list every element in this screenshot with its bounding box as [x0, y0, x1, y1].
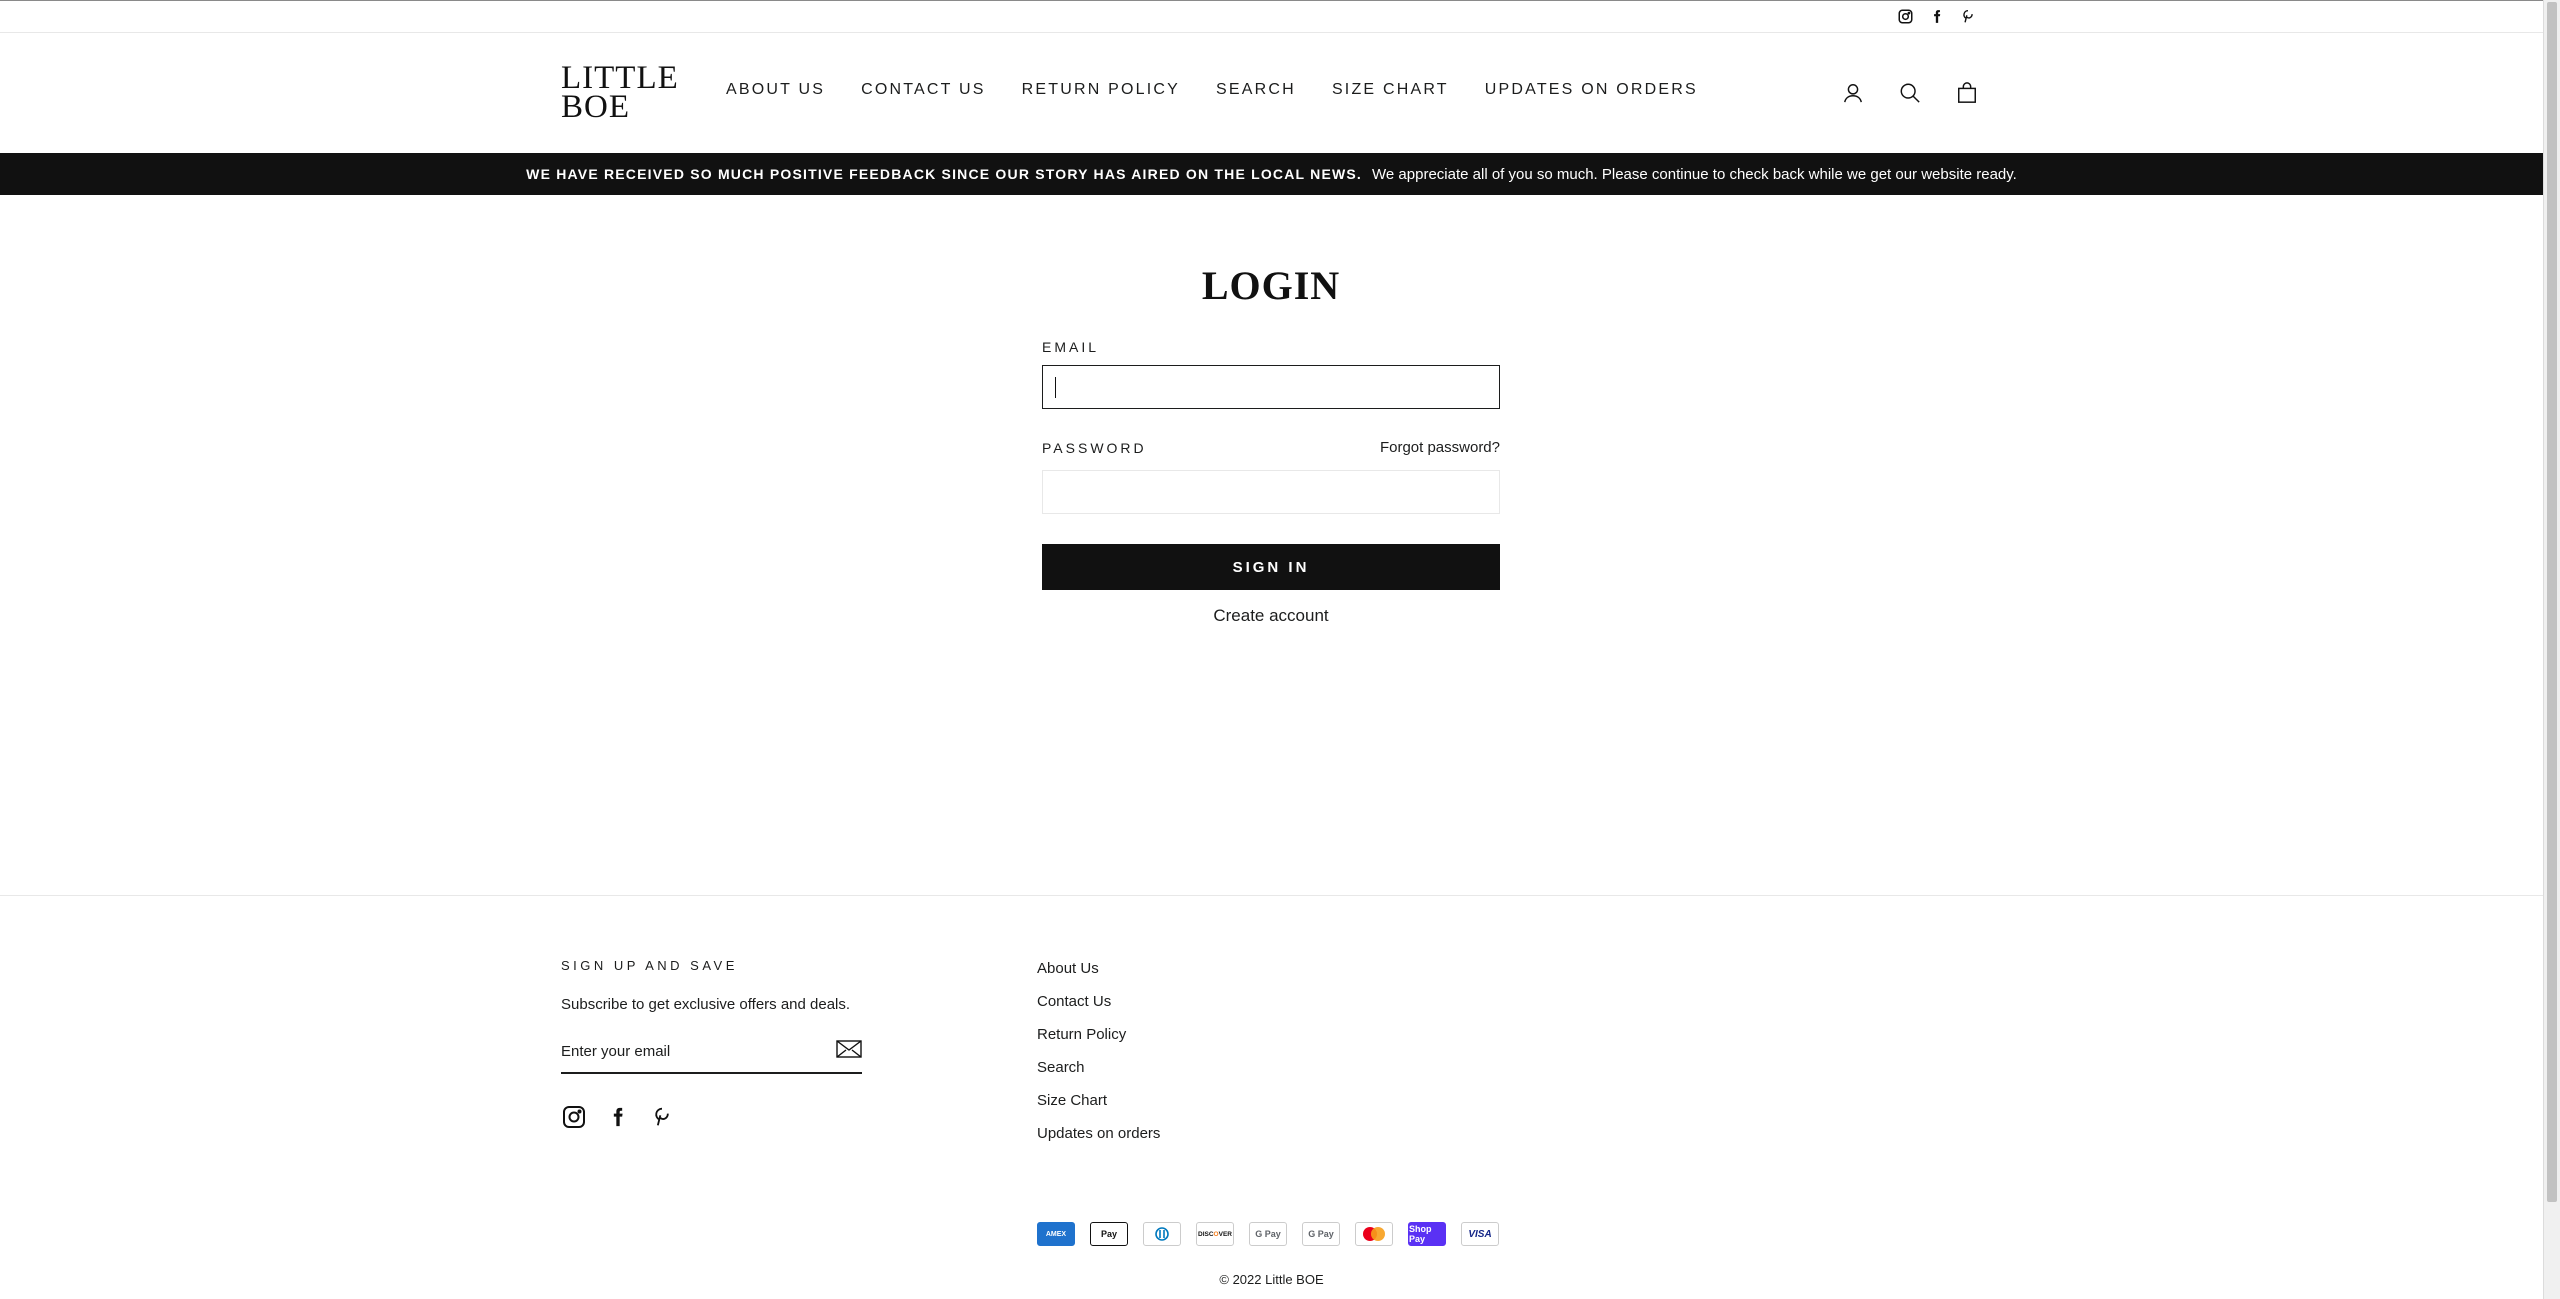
- google-pay-icon: G Pay: [1249, 1222, 1287, 1246]
- amex-icon: AMEX: [1037, 1222, 1075, 1246]
- cart-icon[interactable]: [1952, 78, 1982, 108]
- sign-in-button[interactable]: SIGN IN: [1042, 544, 1500, 590]
- announcement-bold: WE HAVE RECEIVED SO MUCH POSITIVE FEEDBA…: [526, 166, 1363, 182]
- main-nav: ABOUT US CONTACT US RETURN POLICY SEARCH…: [726, 81, 1734, 99]
- email-field[interactable]: [1042, 365, 1500, 409]
- copyright: © 2022 Little BOE: [1219, 1272, 1324, 1287]
- nav-return-policy[interactable]: RETURN POLICY: [1022, 81, 1180, 99]
- facebook-icon[interactable]: [1927, 7, 1946, 26]
- text-caret: [1055, 377, 1056, 398]
- logo-line-2: BOE: [561, 89, 630, 125]
- header-icons: [1838, 78, 2009, 108]
- footer-divider: [0, 895, 2543, 896]
- footer-link-contact-us[interactable]: Contact Us: [1037, 993, 1160, 1026]
- login-form: LOGIN EMAIL PASSWORD Forgot password? SI…: [1042, 262, 1500, 626]
- nav-contact-us[interactable]: CONTACT US: [861, 81, 986, 99]
- site-header: LITTLE BOE ABOUT US CONTACT US RETURN PO…: [0, 33, 2543, 153]
- newsletter-placeholder: Enter your email: [561, 1042, 671, 1060]
- site-logo[interactable]: LITTLE BOE: [561, 62, 679, 125]
- account-icon[interactable]: [1838, 78, 1868, 108]
- payment-icons: AMEX Pay DISC O VER G Pay G Pay Shop Pay V…: [1037, 1222, 1499, 1246]
- envelope-icon[interactable]: [836, 1039, 862, 1063]
- footer-links: About Us Contact Us Return Policy Search…: [1037, 960, 1160, 1158]
- shop-pay-icon: Shop Pay: [1408, 1222, 1446, 1246]
- forgot-password-link[interactable]: Forgot password?: [1380, 439, 1500, 456]
- diners-icon: [1143, 1222, 1181, 1246]
- search-icon[interactable]: [1895, 78, 1925, 108]
- footer-link-size-chart[interactable]: Size Chart: [1037, 1092, 1160, 1125]
- instagram-icon[interactable]: [1896, 7, 1915, 26]
- top-social-bar: [0, 0, 2543, 33]
- password-label: PASSWORD: [1042, 439, 1147, 456]
- nav-updates-on-orders[interactable]: UPDATES ON ORDERS: [1485, 81, 1698, 99]
- instagram-icon[interactable]: [561, 1104, 586, 1129]
- footer-link-updates-on-orders[interactable]: Updates on orders: [1037, 1125, 1160, 1158]
- top-social-links: [1896, 7, 1977, 26]
- nav-search[interactable]: SEARCH: [1216, 81, 1296, 99]
- footer-link-return-policy[interactable]: Return Policy: [1037, 1026, 1160, 1059]
- apple-pay-icon: Pay: [1090, 1222, 1128, 1246]
- signup-text: Subscribe to get exclusive offers and de…: [561, 996, 851, 1013]
- mastercard-icon: [1355, 1222, 1393, 1246]
- signup-title: SIGN UP AND SAVE: [561, 958, 738, 973]
- pinterest-icon[interactable]: [1958, 7, 1977, 26]
- page-scrollbar[interactable]: [2543, 0, 2560, 1299]
- footer-link-about-us[interactable]: About Us: [1037, 960, 1160, 993]
- create-account-link[interactable]: Create account: [1042, 606, 1500, 626]
- facebook-icon[interactable]: [605, 1104, 630, 1129]
- newsletter-email-input[interactable]: Enter your email: [561, 1030, 862, 1074]
- pinterest-icon[interactable]: [649, 1104, 674, 1129]
- nav-size-chart[interactable]: SIZE CHART: [1332, 81, 1449, 99]
- announcement-bar: WE HAVE RECEIVED SO MUCH POSITIVE FEEDBA…: [0, 153, 2543, 195]
- password-field[interactable]: [1042, 470, 1500, 514]
- discover-icon: DISC O VER: [1196, 1222, 1234, 1246]
- footer-social-links: [561, 1104, 674, 1129]
- page-title: LOGIN: [1201, 263, 1341, 308]
- nav-about-us[interactable]: ABOUT US: [726, 81, 825, 99]
- password-row: PASSWORD Forgot password?: [1042, 439, 1500, 456]
- email-label: EMAIL: [1042, 339, 1100, 355]
- footer-link-search[interactable]: Search: [1037, 1059, 1160, 1092]
- google-pay-icon: G Pay: [1302, 1222, 1340, 1246]
- scrollbar-thumb[interactable]: [2547, 2, 2557, 1202]
- visa-icon: VISA: [1461, 1222, 1499, 1246]
- announcement-text: We appreciate all of you so much. Please…: [1372, 165, 2017, 183]
